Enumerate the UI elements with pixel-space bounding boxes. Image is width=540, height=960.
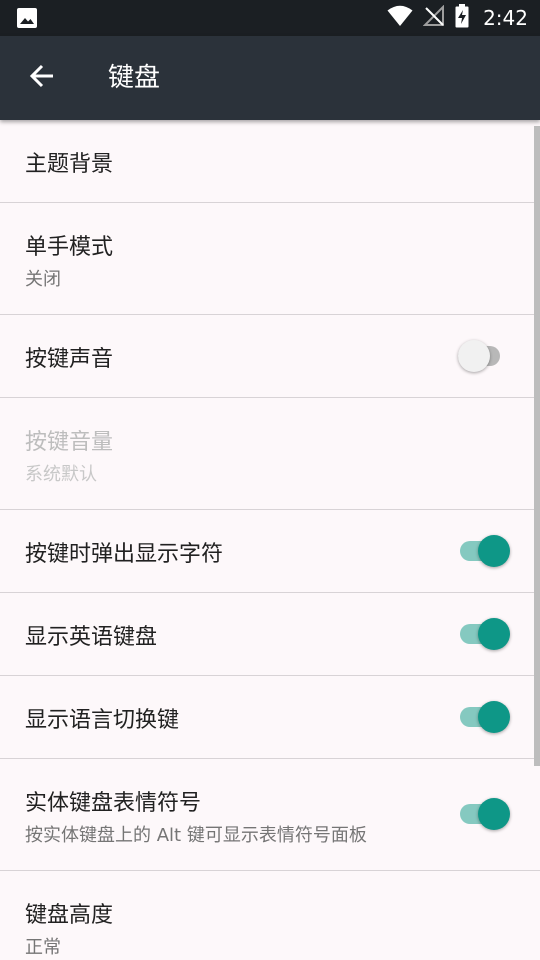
switch-thumb [478,798,510,830]
battery-charging-icon [455,4,469,32]
no-signal-icon [422,4,445,31]
setting-key-volume: 按键音量 系统默认 [0,398,540,510]
setting-title: 显示英语键盘 [25,625,158,650]
setting-title: 键盘高度 [25,903,114,928]
arrow-left-icon [29,63,55,93]
language-switch-key-switch[interactable] [458,697,510,737]
setting-title: 实体键盘表情符号 [25,791,202,816]
setting-title: 按键时弹出显示字符 [25,542,224,567]
setting-title: 主题背景 [25,152,114,177]
setting-popup-on-keypress[interactable]: 按键时弹出显示字符 [0,510,540,593]
physical-keyboard-emoji-switch[interactable] [458,794,510,834]
popup-on-keypress-switch[interactable] [458,531,510,571]
status-icons: 2:42 [387,0,528,36]
setting-one-handed-mode[interactable]: 单手模式 关闭 [0,203,540,315]
switch-thumb [478,701,510,733]
status-bar: 2:42 [0,0,540,36]
page-title: 键盘 [108,63,161,93]
setting-title: 单手模式 [25,235,114,260]
setting-title: 显示语言切换键 [25,708,180,733]
clock: 2:42 [483,6,528,30]
setting-summary: 关闭 [25,269,61,290]
switch-thumb [478,535,510,567]
back-button[interactable] [22,58,62,98]
settings-list[interactable]: 主题背景 单手模式 关闭 按键声音 按键音量 系统默认 按键时弹出显示字符 显示… [0,120,540,960]
scrollbar[interactable] [534,126,540,766]
setting-title: 按键声音 [25,347,114,372]
wifi-icon [387,5,413,31]
gallery-icon [16,7,38,33]
setting-theme-background[interactable]: 主题背景 [0,120,540,203]
setting-summary: 正常 [25,937,61,958]
app-bar: 键盘 [0,36,540,120]
switch-thumb [478,618,510,650]
switch-thumb [458,340,490,372]
setting-summary: 按实体键盘上的 Alt 键可显示表情符号面板 [25,825,367,846]
setting-language-switch-key[interactable]: 显示语言切换键 [0,676,540,759]
show-english-keyboard-switch[interactable] [458,614,510,654]
setting-key-sound[interactable]: 按键声音 [0,315,540,398]
setting-summary: 系统默认 [25,464,97,485]
setting-show-english-keyboard[interactable]: 显示英语键盘 [0,593,540,676]
setting-title: 按键音量 [25,430,114,455]
setting-keyboard-height[interactable]: 键盘高度 正常 [0,871,540,960]
setting-physical-keyboard-emoji[interactable]: 实体键盘表情符号 按实体键盘上的 Alt 键可显示表情符号面板 [0,759,540,871]
key-sound-switch[interactable] [458,336,510,376]
